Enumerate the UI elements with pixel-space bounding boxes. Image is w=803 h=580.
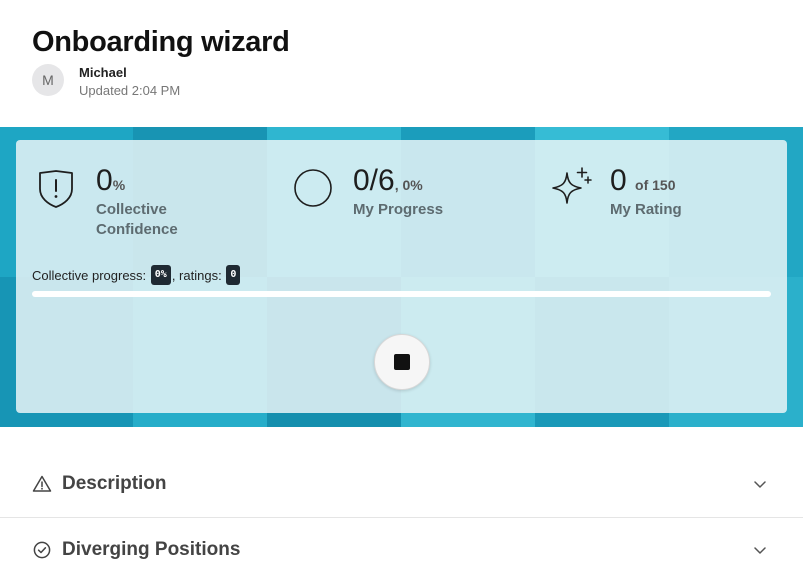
collective-progress-prefix: Collective progress:: [32, 267, 147, 283]
rating-value: 0 of 150: [610, 164, 676, 197]
chevron-down-icon[interactable]: [752, 476, 768, 492]
collective-ratings-badge: 0: [226, 265, 241, 285]
progress-value: 0/6, 0%: [353, 164, 423, 197]
collective-progress-badge: 0%: [150, 265, 171, 285]
check-circle-icon: [33, 541, 51, 559]
progress-percent: , 0%: [394, 177, 423, 193]
author-name: Michael: [79, 65, 127, 80]
sparkles-icon: [552, 167, 592, 204]
page: Onboarding wizard M Michael Updated 2:04…: [0, 0, 803, 580]
warning-triangle-icon: [32, 475, 52, 492]
section-title: Diverging Positions: [62, 539, 241, 560]
section-diverging-positions[interactable]: Diverging Positions: [0, 517, 803, 580]
chevron-down-icon[interactable]: [752, 542, 768, 558]
avatar[interactable]: M: [32, 64, 64, 96]
updated-timestamp: Updated 2:04 PM: [79, 83, 181, 98]
circle-icon: [294, 169, 332, 207]
confidence-value: 0%: [96, 164, 126, 197]
stop-icon: [394, 354, 410, 370]
confidence-label: Collective Confidence: [96, 201, 178, 238]
section-description[interactable]: Description: [0, 452, 803, 516]
collective-progress-text: Collective progress: 0%, ratings: 0: [32, 265, 241, 285]
header: Onboarding wizard M Michael Updated 2:04…: [0, 0, 803, 127]
progress-label: My Progress: [353, 201, 444, 218]
shield-alert-icon: [39, 170, 73, 208]
page-title: Onboarding wizard: [32, 26, 290, 58]
collective-progress-bar: [32, 291, 771, 297]
section-title: Description: [62, 473, 167, 494]
collective-ratings-text: , ratings:: [171, 267, 222, 283]
confidence-unit: %: [112, 177, 126, 193]
rating-max: of 150: [635, 177, 676, 193]
stop-button[interactable]: [374, 334, 430, 390]
rating-label: My Rating: [610, 201, 682, 218]
